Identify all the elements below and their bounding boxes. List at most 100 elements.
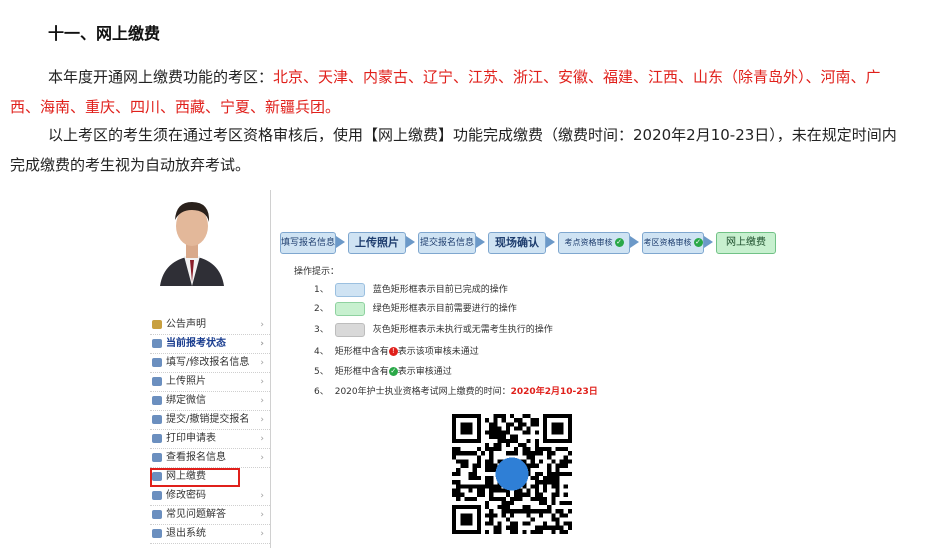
section-heading: 十一、网上缴费 [48,24,161,43]
gray-swatch [334,322,365,337]
menu-item-payment[interactable]: 网上缴费 [150,468,240,487]
error-icon: ! [388,347,398,356]
edit-icon [152,358,162,367]
menu-item-status[interactable]: 当前报考状态 › [150,335,270,354]
tip-text: 表示审核通过 [397,367,452,377]
blue-swatch [334,282,365,297]
payment-date: 2020年2月10-23日 [510,387,598,397]
menu-item-submit[interactable]: 提交/撤销提交报名 › [150,411,270,430]
status-icon [152,339,162,348]
step-fill-info: 填写报名信息 [280,232,336,254]
step-upload-photo: 上传照片 [348,232,406,254]
check-icon: ✓ [614,238,624,247]
regions-prefix: 本年度开通网上缴费功能的考区： [48,68,274,86]
paragraph-regions: 本年度开通网上缴费功能的考区：北京、天津、内蒙古、辽宁、江苏、浙江、安徽、福建、… [10,62,910,122]
tip-row: 4、 矩形框中含有! 表示该项审核未通过 [314,344,479,360]
tip-text: 绿色矩形框表示目前需要进行的操作 [372,304,517,314]
step-submit-info: 提交报名信息 [418,232,476,254]
menu-item-label: 绑定微信 [166,395,206,406]
menu-item-bind-wechat[interactable]: 绑定微信 › [150,392,270,411]
chevron-right-icon: › [260,491,264,501]
menu-item-label: 填写/修改报名信息 [166,357,250,368]
menu-item-password[interactable]: 修改密码 › [150,487,270,506]
tip-text: 蓝色矩形框表示目前已完成的操作 [372,285,508,295]
arrow-right-icon [546,236,555,248]
menu-item-label: 公告声明 [166,319,206,330]
chevron-right-icon: › [260,377,264,387]
menu-item-label: 上传照片 [166,376,206,387]
step-site-review: 考点资格审核 ✓ [558,232,630,254]
menu-item-label: 当前报考状态 [166,338,226,349]
sidebar: 公告声明 › 当前报考状态 › 填写/修改报名信息 › 上传照片 › 绑定微信 › 提交/… [150,190,271,548]
chevron-right-icon: › [260,339,264,349]
tip-number: 3、 [314,325,329,335]
arrow-right-icon [406,236,415,248]
check-icon: ✓ [693,238,703,247]
photo-icon [152,377,162,386]
menu-item-label: 打印申请表 [166,433,216,444]
tip-text: 灰色矩形框表示未执行或无需考生执行的操作 [372,325,553,335]
chevron-right-icon: › [260,358,264,368]
menu-item-label: 退出系统 [166,528,206,539]
menu-item-print[interactable]: 打印申请表 › [150,430,270,449]
chevron-right-icon: › [260,320,264,330]
payment-icon [152,472,162,481]
qr-code [452,414,572,534]
chevron-right-icon: › [260,396,264,406]
tip-text: 矩形框中含有 [334,347,389,357]
check-icon: ✓ [388,367,398,376]
tip-row: 1、 蓝色矩形框表示目前已完成的操作 [314,282,508,298]
arrow-right-icon [476,236,485,248]
tip-text: 矩形框中含有 [334,367,389,377]
chevron-right-icon: › [260,529,264,539]
arrow-right-icon [336,236,345,248]
chevron-right-icon: › [260,510,264,520]
menu-item-label: 修改密码 [166,490,206,501]
tip-row: 6、 2020年护士执业资格考试网上缴费的时间：2020年2月10-23日 [314,384,598,400]
password-icon [152,491,162,500]
tip-text: 2020年护士执业资格考试网上缴费的时间： [334,387,511,397]
step-onsite-confirm: 现场确认 [488,232,546,254]
paragraph-instructions: 以上考区的考生须在通过考区资格审核后，使用【网上缴费】功能完成缴费（缴费时间：2… [10,126,897,174]
tip-row: 2、 绿色矩形框表示目前需要进行的操作 [314,301,517,317]
tip-text: 表示该项审核未通过 [397,347,479,357]
menu-item-label: 网上缴费 [166,471,206,482]
candidate-photo [156,190,228,286]
submit-icon [152,415,162,424]
menu-item-label: 常见问题解答 [166,509,226,520]
menu-item-faq[interactable]: 常见问题解答 › [150,506,270,525]
step-label: 考区资格审核 [643,238,692,247]
tip-number: 2、 [314,304,329,314]
menu-item-upload-photo[interactable]: 上传照片 › [150,373,270,392]
menu-item-edit-info[interactable]: 填写/修改报名信息 › [150,354,270,373]
tips-title: 操作提示： [294,267,340,277]
green-swatch [334,301,365,316]
chevron-right-icon: › [260,434,264,444]
sidebar-menu: 公告声明 › 当前报考状态 › 填写/修改报名信息 › 上传照片 › 绑定微信 › 提交/… [150,316,270,544]
print-icon [152,434,162,443]
home-icon [152,320,162,329]
tip-row: 3、 灰色矩形框表示未执行或无需考生执行的操作 [314,322,553,338]
tip-row: 5、 矩形框中含有 ✓ 表示审核通过 [314,364,452,380]
embedded-screenshot: 公告声明 › 当前报考状态 › 填写/修改报名信息 › 上传照片 › 绑定微信 › 提交/… [150,190,776,548]
menu-item-label: 查看报名信息 [166,452,226,463]
menu-item-announcement[interactable]: 公告声明 › [150,316,270,335]
step-label: 考点资格审核 [564,238,613,247]
logout-icon [152,529,162,538]
tip-number: 1、 [314,285,329,295]
wechat-icon [152,396,162,405]
tip-number: 4、 [314,347,329,357]
tip-number: 6、 [314,387,329,397]
tip-number: 5、 [314,367,329,377]
faq-icon [152,510,162,519]
view-icon [152,453,162,462]
step-region-review: 考区资格审核 ✓ [642,232,704,254]
menu-item-label: 提交/撤销提交报名 [166,414,250,425]
chevron-right-icon: › [260,415,264,425]
arrow-right-icon [704,236,713,248]
menu-item-view-info[interactable]: 查看报名信息 › [150,449,270,468]
step-online-payment: 网上缴费 [716,232,776,254]
chevron-right-icon: › [260,453,264,463]
menu-item-logout[interactable]: 退出系统 › [150,525,270,544]
arrow-right-icon [630,236,639,248]
